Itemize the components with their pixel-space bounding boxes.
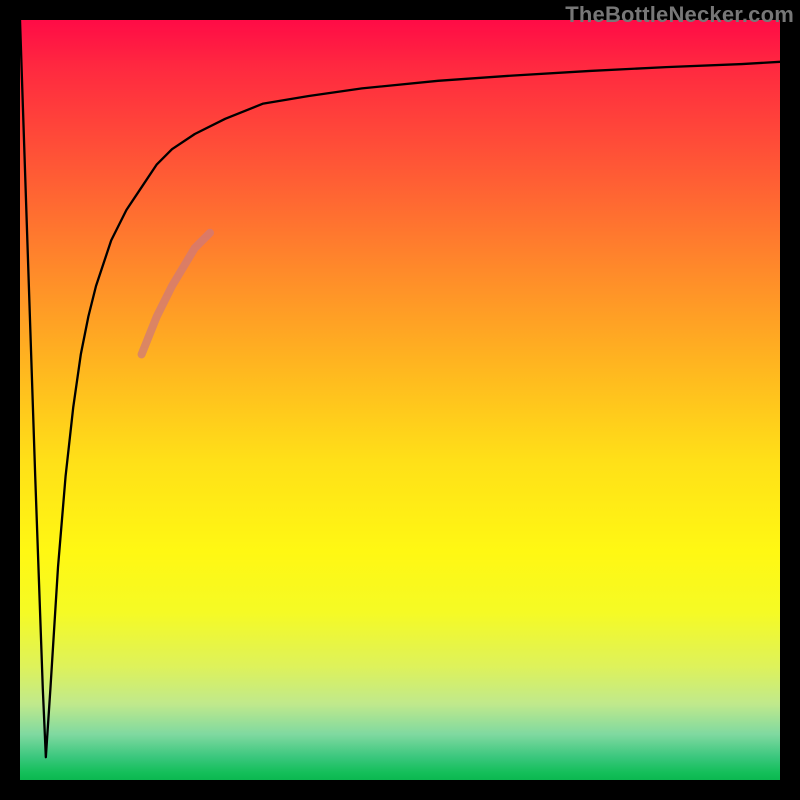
bottleneck-curve [20, 20, 780, 757]
chart-frame: TheBottleNecker.com [0, 0, 800, 800]
watermark-label: TheBottleNecker.com [565, 2, 794, 28]
highlight-segment [142, 233, 210, 355]
plot-area [20, 20, 780, 780]
chart-svg [20, 20, 780, 780]
